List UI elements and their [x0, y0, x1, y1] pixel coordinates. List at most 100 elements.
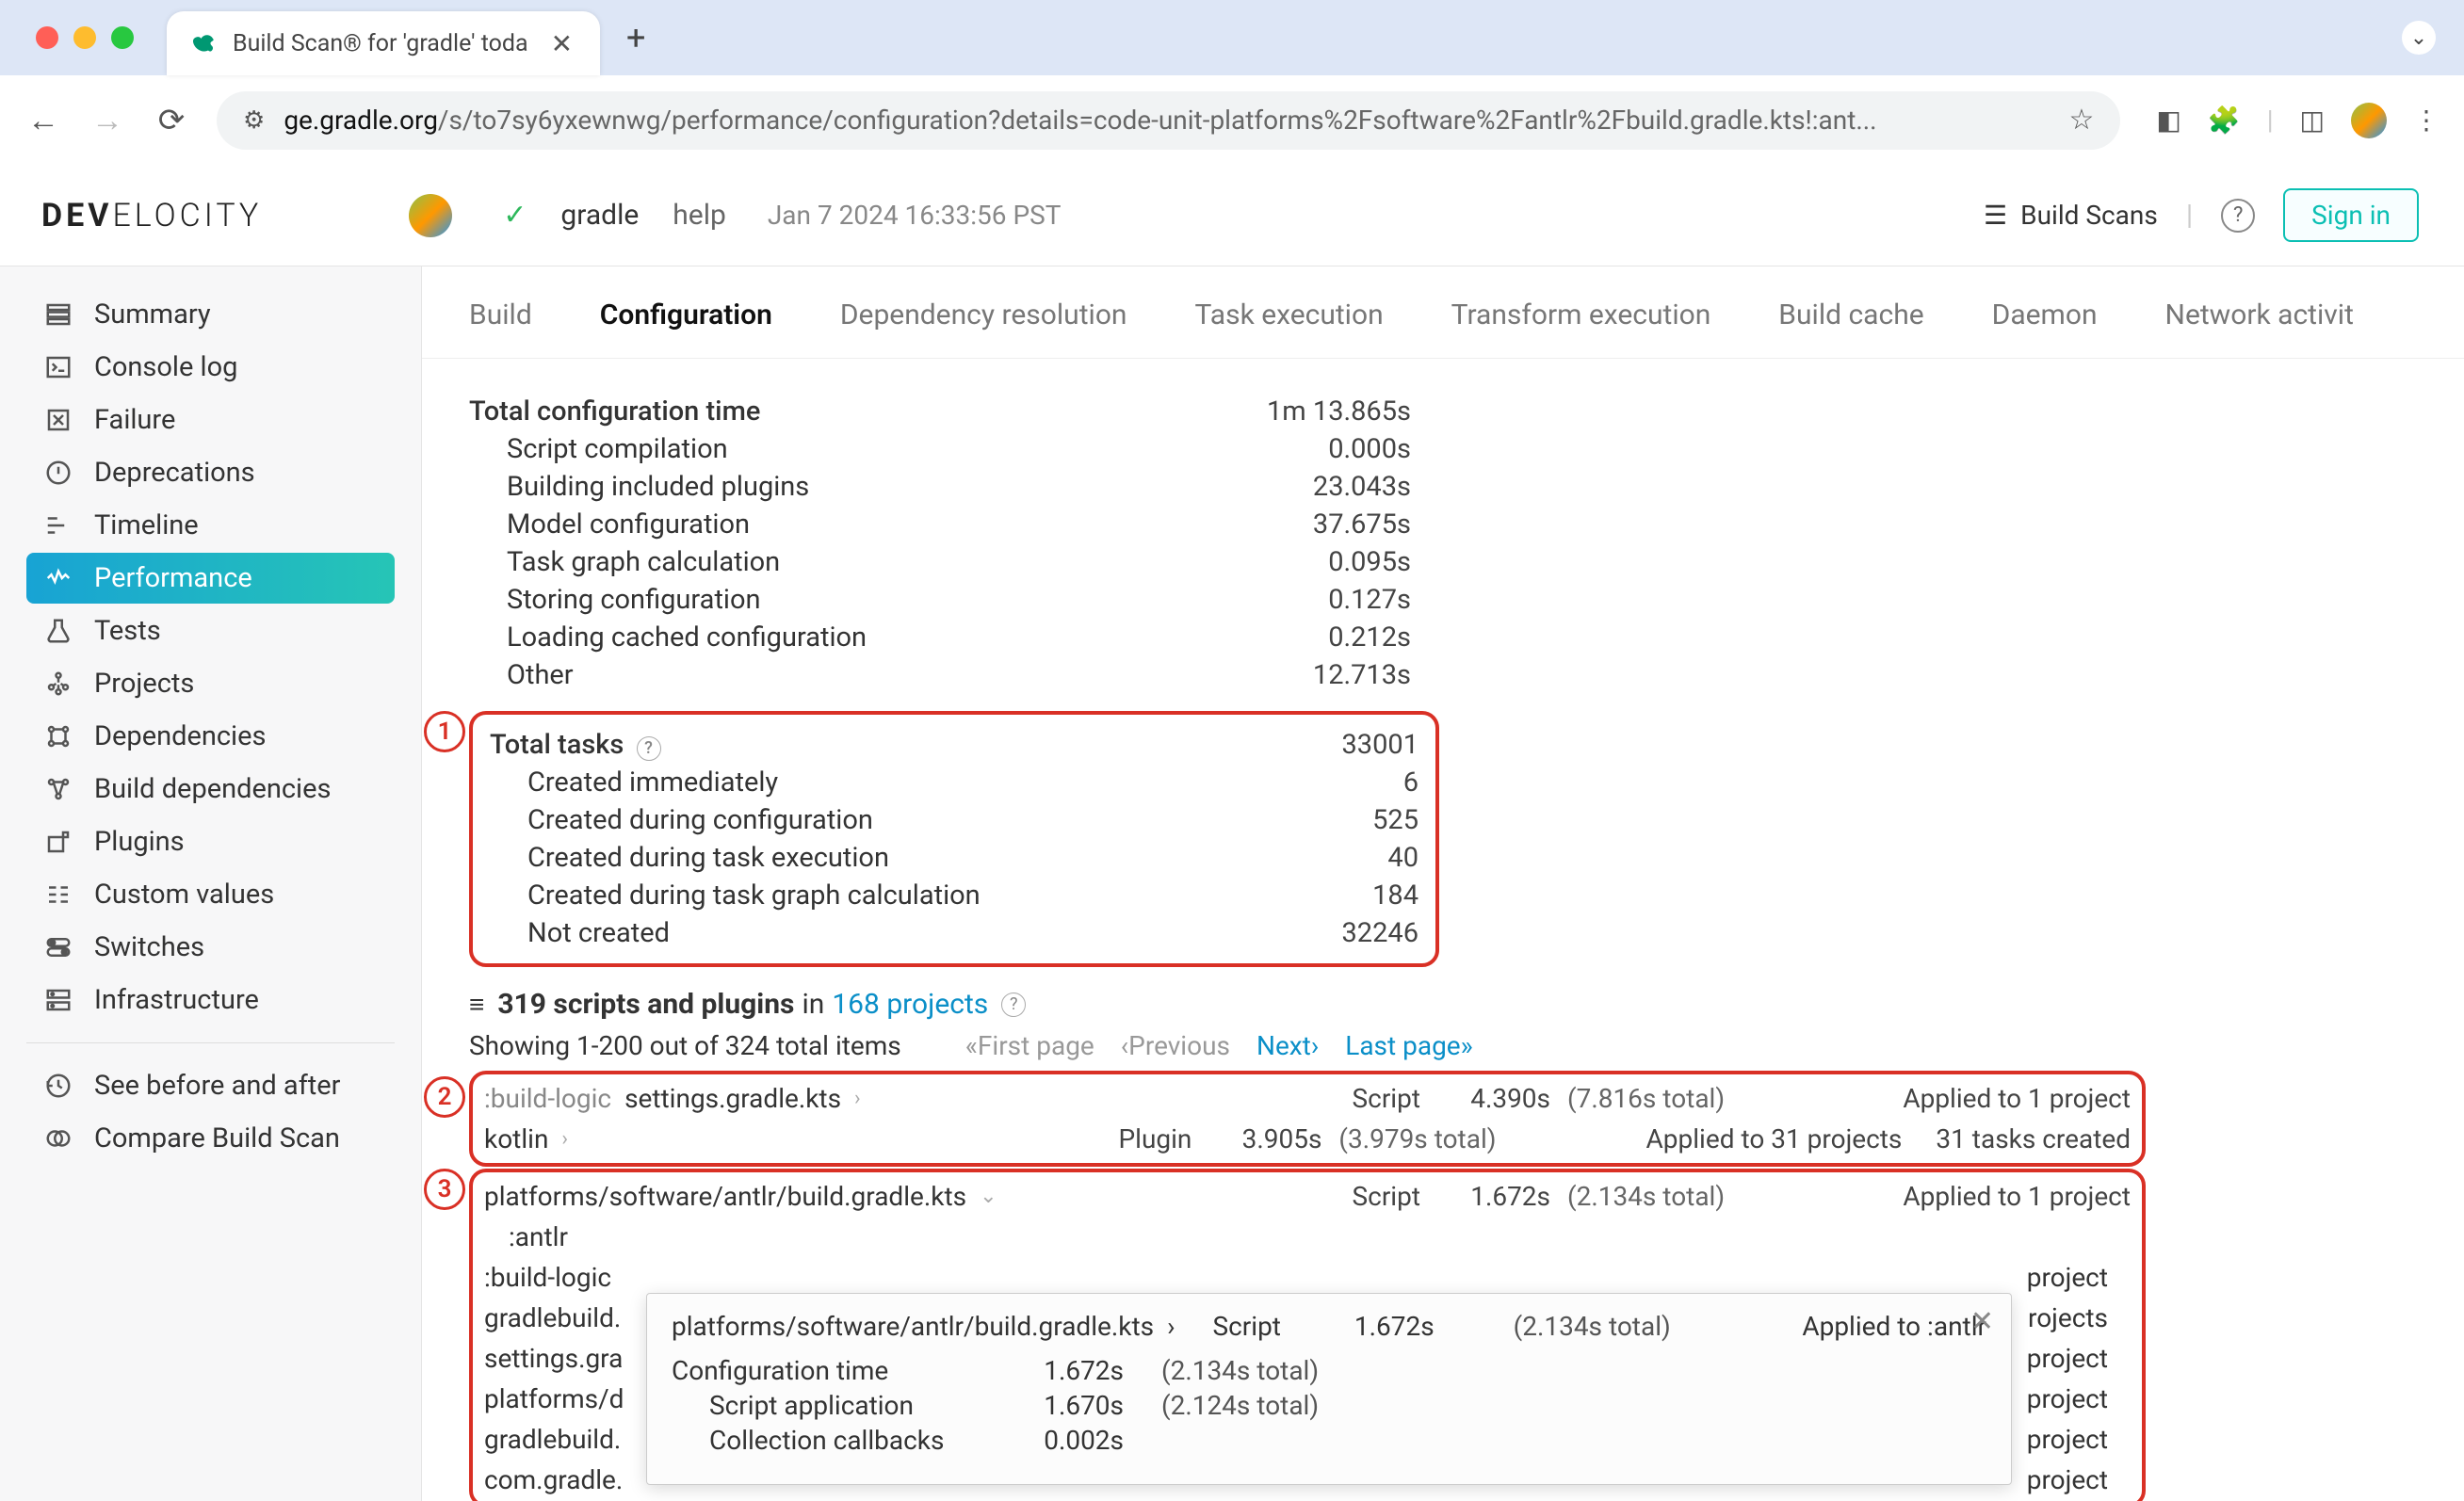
sidebar-item-dependencies[interactable]: Dependencies: [26, 711, 395, 762]
script-row[interactable]: :build-logic settings.gradle.kts › Scrip…: [480, 1078, 2134, 1119]
sidebar-item-build-dependencies[interactable]: Build dependencies: [26, 764, 395, 815]
subtab-build-cache[interactable]: Build cache: [1778, 299, 1923, 331]
sidebar-item-label: Projects: [94, 668, 194, 700]
callout-total-tasks: 1 Total tasks ? 33001 Created immediatel…: [469, 711, 1439, 967]
back-button[interactable]: ←: [24, 102, 62, 139]
help-icon[interactable]: ?: [637, 736, 661, 761]
sidebar-item-deprecations[interactable]: Deprecations: [26, 447, 395, 498]
chevron-right-icon: ›: [854, 1087, 861, 1110]
sidebar-item-tests[interactable]: Tests: [26, 605, 395, 656]
script-row[interactable]: kotlin › Plugin 3.905s (3.979s total) Ap…: [480, 1119, 2134, 1159]
sidebar-item-timeline[interactable]: Timeline: [26, 500, 395, 551]
side-panel-icon[interactable]: ◫: [2300, 105, 2325, 136]
success-check-icon: ✓: [503, 199, 527, 232]
stat-row: Created immediately6: [490, 764, 1418, 801]
popup-stat-row: Collection callbacks0.002s: [672, 1425, 1986, 1456]
stat-label: Created during task graph calculation: [490, 880, 1211, 912]
last-page-link[interactable]: Last page»: [1345, 1030, 1473, 1061]
sidebar-item-label: Plugins: [94, 826, 185, 858]
user-avatar-icon[interactable]: [409, 194, 452, 237]
close-tab-icon[interactable]: ✕: [551, 28, 573, 59]
close-popup-icon[interactable]: ✕: [1970, 1305, 1994, 1338]
subtab-configuration[interactable]: Configuration: [600, 299, 772, 331]
sidebar-item-failure[interactable]: Failure: [26, 395, 395, 445]
build-timestamp: Jan 7 2024 16:33:56 PST: [768, 200, 1062, 231]
tabs-dropdown-icon[interactable]: ⌄: [2402, 21, 2436, 55]
subtab-build[interactable]: Build: [469, 299, 532, 331]
subtab-task-execution[interactable]: Task execution: [1195, 299, 1384, 331]
sidebar-item-projects[interactable]: Projects: [26, 658, 395, 709]
list-toggle-icon[interactable]: ≡: [469, 989, 484, 1020]
stat-row: Building included plugins23.043s: [469, 468, 1411, 506]
stat-label: Script compilation: [469, 433, 1204, 465]
sign-in-button[interactable]: Sign in: [2283, 188, 2419, 242]
sidebar-item-switches[interactable]: Switches: [26, 922, 395, 973]
browser-menu-icon[interactable]: ⋮: [2413, 105, 2440, 136]
minimize-window-icon[interactable]: [73, 26, 96, 49]
stat-value: 184: [1211, 880, 1418, 912]
profile-avatar-icon[interactable]: [2351, 103, 2387, 138]
bookmark-star-icon[interactable]: ☆: [2068, 104, 2094, 137]
address-bar[interactable]: ⚙ ge.gradle.org/s/to7sy6yxewnwg/performa…: [217, 91, 2120, 150]
sidebar-item-summary[interactable]: Summary: [26, 289, 395, 340]
develocity-logo[interactable]: DEVELOCITY: [41, 197, 262, 234]
stat-label: Model configuration: [469, 508, 1204, 541]
chevron-right-icon: ›: [561, 1127, 568, 1151]
stat-value: 0.127s: [1204, 584, 1411, 616]
popup-header-row: platforms/software/antlr/build.gradle.kt…: [672, 1311, 1986, 1342]
site-settings-icon[interactable]: ⚙: [243, 106, 265, 135]
sidebar-item-performance[interactable]: Performance: [26, 553, 395, 604]
stat-value: 40: [1211, 842, 1418, 874]
script-total: (7.816s total): [1567, 1083, 1775, 1114]
sidebar-item-label: Custom values: [94, 879, 274, 911]
help-icon[interactable]: ?: [1001, 993, 1026, 1017]
script-applied: Applied to 31 projects: [1563, 1123, 1902, 1154]
first-page-link: «First page: [965, 1030, 1094, 1061]
reload-button[interactable]: ⟳: [153, 102, 190, 139]
stat-value: 23.043s: [1204, 471, 1411, 503]
projects-link[interactable]: 168 projects: [832, 988, 988, 1021]
subtab-network-activity[interactable]: Network activit: [2165, 299, 2354, 331]
script-applied: Applied to 1 project: [1791, 1181, 2131, 1212]
sidebar-item-before-after[interactable]: See before and after: [26, 1060, 395, 1111]
help-icon[interactable]: ?: [2221, 199, 2255, 233]
chevron-right-icon: ›: [1167, 1311, 1175, 1342]
warning-icon: [43, 458, 73, 488]
script-row-expanded[interactable]: platforms/software/antlr/build.gradle.kt…: [480, 1176, 2134, 1217]
close-window-icon[interactable]: [36, 26, 58, 49]
sidebar-item-console-log[interactable]: Console log: [26, 342, 395, 393]
switches-icon: [43, 932, 73, 962]
sidebar-item-label: Timeline: [94, 509, 199, 541]
stat-row: Not created32246: [490, 914, 1418, 952]
extension-icon[interactable]: ◧: [2156, 105, 2180, 136]
build-scans-link[interactable]: ☰ Build Scans: [1984, 200, 2158, 231]
stat-row: Created during task graph calculation184: [490, 877, 1418, 914]
performance-icon: [43, 563, 73, 593]
build-name: gradle: [560, 199, 639, 232]
summary-icon: [43, 299, 73, 330]
stat-value: 525: [1211, 804, 1418, 836]
next-page-link[interactable]: Next›: [1256, 1030, 1319, 1061]
new-tab-button[interactable]: +: [626, 18, 645, 57]
sidebar-item-custom-values[interactable]: Custom values: [26, 869, 395, 920]
sidebar-item-infrastructure[interactable]: Infrastructure: [26, 975, 395, 1025]
maximize-window-icon[interactable]: [111, 26, 134, 49]
script-row-partial[interactable]: :build-logicproject: [480, 1257, 2119, 1298]
browser-tab[interactable]: Build Scan® for 'gradle' toda ✕: [167, 11, 600, 75]
extensions-menu-icon[interactable]: 🧩: [2208, 105, 2241, 136]
popup-type: Script: [1213, 1311, 1317, 1342]
sidebar-item-plugins[interactable]: Plugins: [26, 816, 395, 867]
subtab-dependency-resolution[interactable]: Dependency resolution: [840, 299, 1127, 331]
stat-row: Created during task execution40: [490, 839, 1418, 877]
pager: Showing 1-200 out of 324 total items «Fi…: [469, 1030, 2417, 1061]
script-sub-row[interactable]: :antlr: [480, 1217, 2134, 1257]
subtab-daemon[interactable]: Daemon: [1992, 299, 2098, 331]
compare-icon: [43, 1123, 73, 1154]
subtab-transform-execution[interactable]: Transform execution: [1451, 299, 1711, 331]
sidebar-item-compare[interactable]: Compare Build Scan: [26, 1113, 395, 1164]
stat-value: 33001: [1211, 729, 1418, 761]
script-name: :antlr: [509, 1221, 2131, 1252]
browser-chrome: Build Scan® for 'gradle' toda ✕ + ⌄ ← → …: [0, 0, 2464, 165]
chevron-down-icon: ⌄: [980, 1185, 997, 1208]
script-time: 1.672s: [1437, 1181, 1550, 1212]
